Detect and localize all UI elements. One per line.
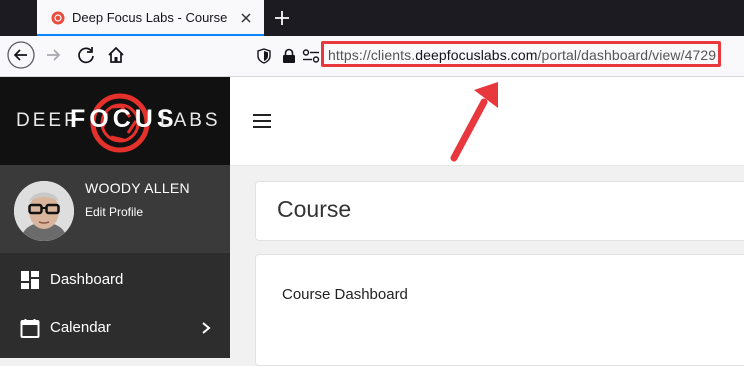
annotation-arrow-icon [450,82,498,162]
new-tab-icon[interactable] [270,6,294,30]
browser-toolbar: https://clients.deepfocuslabs.com/portal… [0,36,744,77]
browser-tab-strip: Deep Focus Labs - Course [0,0,744,36]
sidebar-item-label: Dashboard [50,271,124,288]
url-text[interactable]: https://clients.deepfocuslabs.com/portal… [328,47,716,63]
panel-text: Course Dashboard [282,286,408,303]
tab-title: Deep Focus Labs - Course [72,10,228,25]
sidebar-item-calendar[interactable]: Calendar [0,305,230,353]
home-button-icon[interactable] [101,40,131,70]
brand-logo[interactable]: DEEP FOCUS LABS [0,77,230,165]
site-favicon-icon [51,11,65,25]
lock-icon[interactable] [282,48,296,64]
user-profile: WOODY ALLEN Edit Profile [0,165,230,253]
hamburger-menu-icon[interactable] [252,113,272,129]
url-prefix: https://clients. [328,47,416,63]
sidebar-item-dashboard[interactable]: Dashboard [0,257,230,305]
avatar-portrait-icon [14,181,74,241]
sidebar-item-label: Calendar [50,319,111,336]
course-dashboard-panel: Course Dashboard [255,254,744,366]
brand-word-labs: LABS [160,110,221,131]
chevron-right-icon [202,322,211,334]
forward-button-icon[interactable] [38,40,68,70]
edit-profile-link[interactable]: Edit Profile [85,205,143,219]
page-title: Course [277,196,352,222]
avatar[interactable] [14,181,74,241]
back-button-icon[interactable] [6,40,36,70]
url-path: /portal/dashboard/view/4729 [537,47,717,63]
url-domain: deepfocuslabs.com [415,47,538,63]
tracking-shield-icon[interactable] [256,48,272,64]
reload-button-icon[interactable] [71,40,101,70]
calendar-icon [20,319,40,338]
address-bar[interactable]: https://clients.deepfocuslabs.com/portal… [250,40,744,72]
browser-tab[interactable]: Deep Focus Labs - Course [37,0,264,36]
dashboard-icon [21,271,39,289]
sidebar: DEEP FOCUS LABS WOODY ALLEN Edit Profile [0,77,230,358]
permissions-icon[interactable] [302,48,320,64]
user-name: WOODY ALLEN [85,180,190,196]
close-tab-icon[interactable] [236,8,256,28]
page-title-card: Course [255,181,744,241]
